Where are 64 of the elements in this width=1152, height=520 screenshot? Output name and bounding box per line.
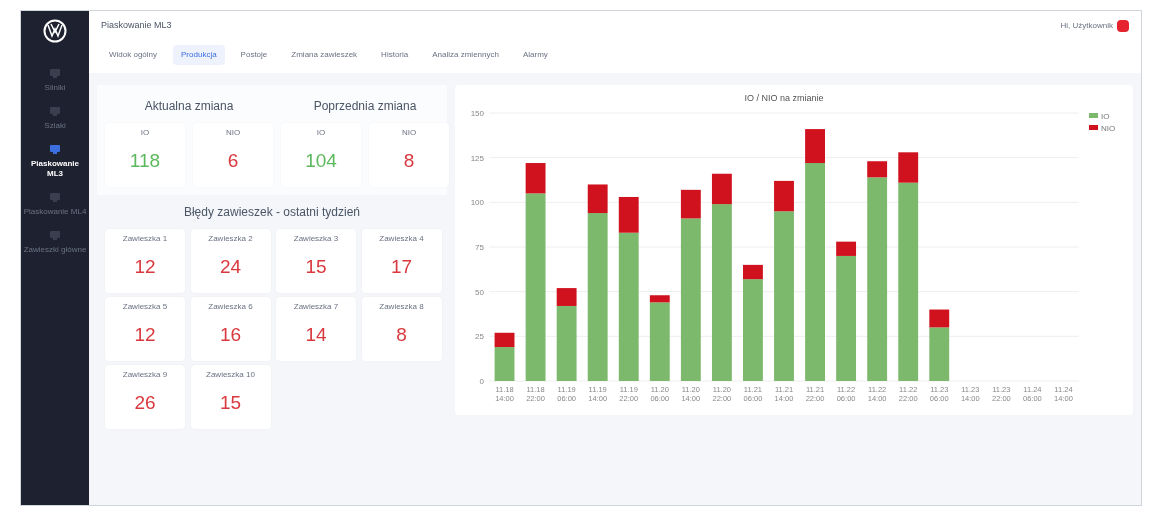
legend-swatch — [1089, 124, 1098, 130]
stat-value: 17 — [390, 254, 413, 279]
stat-label: Zawieszka 9 — [122, 368, 168, 381]
stat-label: IO — [140, 126, 150, 139]
y-tick-label: 100 — [470, 197, 484, 207]
stat-value: 8 — [403, 148, 415, 173]
stat-value: 15 — [219, 390, 242, 415]
sidebar-item[interactable]: Piaskowanie ML4 — [23, 191, 87, 217]
stat-label: Zawieszka 2 — [208, 232, 253, 245]
stat-label: Zawieszka 6 — [208, 300, 253, 313]
y-tick-label: 75 — [475, 242, 484, 252]
y-tick-label: 125 — [470, 153, 484, 163]
stat-value: 104 — [305, 148, 337, 173]
user-greeting: Hi, Użytkownik — [1060, 19, 1113, 32]
sidebar-item[interactable]: Silniki — [23, 67, 87, 93]
section-title: Aktualna zmiana — [144, 97, 234, 115]
stat-value: 24 — [219, 254, 242, 279]
page-title: Piaskowanie ML3 — [101, 19, 172, 32]
stat-value: 12 — [134, 322, 156, 347]
stat-value: 12 — [134, 254, 156, 279]
stat-label: NIO — [225, 126, 241, 139]
stat-label: Zawieszka 1 — [122, 232, 168, 245]
stat-value: 6 — [227, 148, 239, 173]
y-tick-label: 150 — [470, 108, 484, 118]
y-tick-label: 0 — [479, 376, 484, 386]
logo-icon — [43, 19, 67, 43]
y-tick-label: 50 — [475, 287, 484, 297]
stat-label: Zawieszka 10 — [206, 368, 255, 381]
legend-label: IO — [1101, 111, 1110, 121]
stat-label: IO — [316, 126, 326, 139]
stat-value: 15 — [305, 254, 327, 279]
legend-label: NIO — [1101, 123, 1116, 133]
stat-label: Zawieszka 5 — [122, 300, 168, 313]
stat-value: 16 — [219, 322, 242, 347]
tab[interactable]: Postoje — [232, 44, 276, 65]
section-title: Błędy zawieszek - ostatni tydzień — [183, 203, 361, 221]
user-avatar[interactable] — [1117, 19, 1129, 32]
monitor-icon — [49, 229, 61, 241]
section-title: Poprzednia zmiana — [313, 97, 417, 115]
stat-value: 8 — [396, 322, 407, 347]
legend-swatch — [1089, 112, 1098, 118]
tab[interactable]: Analiza zmiennych — [424, 44, 507, 65]
tab[interactable]: Widok ogólny — [101, 44, 166, 65]
tab[interactable]: Alarmy — [514, 44, 556, 65]
stat-value: 118 — [129, 148, 161, 173]
stat-label: Zawieszka 4 — [379, 232, 424, 245]
monitor-icon — [49, 191, 61, 203]
sidebar-item[interactable]: Szlaki — [23, 105, 87, 131]
monitor-icon — [49, 67, 61, 79]
tab[interactable]: Produkcja — [173, 44, 225, 65]
sidebar-item[interactable]: Zawieszki główne — [23, 229, 87, 255]
y-tick-label: 25 — [475, 331, 484, 341]
chart-title: IO / NIO na zmianie — [744, 92, 824, 103]
monitor-icon — [49, 105, 61, 117]
stat-value: 14 — [305, 322, 327, 347]
tab[interactable]: Zmiana zawieszek — [283, 44, 366, 65]
stat-label: Zawieszka 8 — [379, 300, 424, 313]
stat-label: NIO — [401, 126, 417, 139]
stat-label: Zawieszka 3 — [293, 232, 339, 245]
tab[interactable]: Historia — [373, 44, 417, 65]
stat-value: 26 — [134, 390, 156, 415]
sidebar-item[interactable]: Piaskowanie ML3 — [23, 143, 87, 179]
stat-label: Zawieszka 7 — [293, 300, 339, 313]
monitor-icon — [49, 143, 61, 155]
